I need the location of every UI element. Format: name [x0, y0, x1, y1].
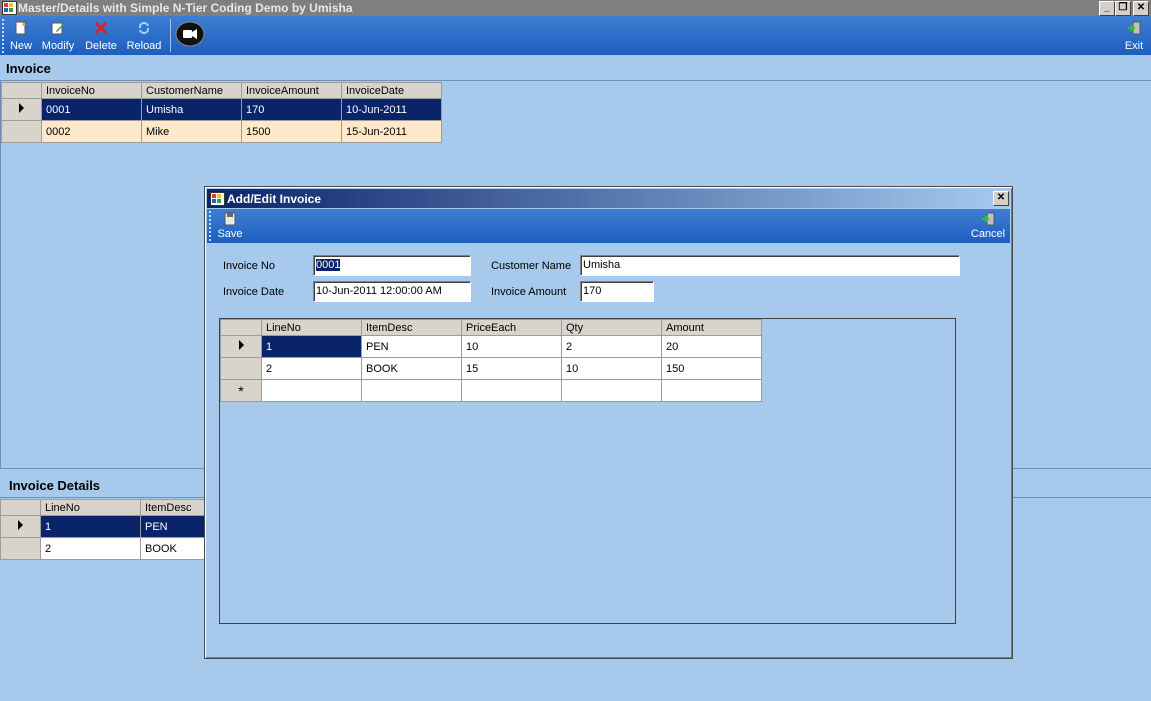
column-header-amount[interactable]: Amount [661, 319, 762, 336]
column-header-invoiceno[interactable]: InvoiceNo [41, 82, 142, 99]
table-cell[interactable]: 0002 [41, 120, 142, 143]
new-button[interactable]: New [6, 16, 36, 55]
row-header[interactable] [0, 515, 41, 538]
column-header-customername[interactable]: CustomerName [141, 82, 242, 99]
table-row[interactable]: 1 PEN 10 2 20 [220, 335, 762, 358]
table-cell[interactable] [361, 379, 462, 402]
table-cell[interactable]: 15 [461, 357, 562, 380]
column-header-itemdesc[interactable]: ItemDesc [361, 319, 462, 336]
row-header[interactable] [1, 98, 42, 121]
row-header[interactable] [220, 335, 262, 358]
table-cell[interactable] [461, 379, 562, 402]
table-row[interactable]: 2 BOOK 15 10 150 [220, 357, 762, 380]
save-button[interactable]: Save [215, 209, 245, 243]
dialog-title: Add/Edit Invoice [227, 192, 322, 206]
row-header[interactable] [220, 357, 262, 380]
modify-button[interactable]: Modify [38, 16, 78, 55]
exit-door-icon [1127, 21, 1141, 35]
toolbar-separator [170, 19, 171, 52]
dialog-close-button[interactable]: ✕ [993, 191, 1009, 206]
delete-x-icon [94, 21, 108, 35]
window-title-bar[interactable]: Master/Details with Simple N-Tier Coding… [0, 0, 1151, 16]
table-row[interactable]: 0001 Umisha 170 10-Jun-2011 [1, 98, 442, 121]
table-cell[interactable]: 150 [661, 357, 762, 380]
line-items-grid-panel: LineNo ItemDesc PriceEach Qty Amount 1 P… [219, 318, 956, 624]
table-cell[interactable]: 10-Jun-2011 [341, 98, 442, 121]
invoice-section-title: Invoice [6, 61, 51, 76]
dialog-title-bar[interactable]: Add/Edit Invoice ✕ [207, 189, 1010, 208]
grid-corner[interactable] [0, 499, 41, 516]
minimize-button[interactable]: _ [1099, 1, 1115, 16]
table-cell[interactable] [261, 379, 362, 402]
close-button[interactable]: ✕ [1133, 1, 1149, 16]
table-cell[interactable]: 170 [241, 98, 342, 121]
column-header-priceeach[interactable]: PriceEach [461, 319, 562, 336]
table-cell[interactable] [661, 379, 762, 402]
table-cell[interactable]: 2 [561, 335, 662, 358]
main-toolbar: New Modify Delete Reload Exit [0, 16, 1151, 55]
table-cell[interactable]: 2 [261, 357, 362, 380]
row-header[interactable] [1, 120, 42, 143]
cancel-button[interactable]: Cancel [969, 209, 1007, 243]
table-cell[interactable]: 15-Jun-2011 [341, 120, 442, 143]
delete-button[interactable]: Delete [81, 16, 121, 55]
table-cell[interactable] [561, 379, 662, 402]
reload-icon [137, 21, 151, 35]
edit-icon [51, 21, 65, 35]
column-header-invoicedate[interactable]: InvoiceDate [341, 82, 442, 99]
table-row[interactable]: 0002 Mike 1500 15-Jun-2011 [1, 120, 442, 143]
invoice-date-field[interactable]: 10-Jun-2011 12:00:00 AM [313, 281, 471, 302]
customer-name-label: Customer Name [491, 260, 572, 272]
table-cell[interactable]: BOOK [361, 357, 462, 380]
invoice-no-label: Invoice No [223, 260, 275, 272]
table-cell[interactable]: 2 [40, 537, 141, 560]
invoice-amount-field[interactable]: 170 [580, 281, 654, 302]
table-cell[interactable]: 0001 [41, 98, 142, 121]
column-header-lineno[interactable]: LineNo [261, 319, 362, 336]
invoice-no-field[interactable]: 0001 [313, 255, 471, 276]
invoice-amount-label: Invoice Amount [491, 286, 567, 298]
new-document-icon [14, 21, 28, 35]
video-button[interactable] [175, 21, 205, 49]
video-camera-icon [175, 21, 205, 47]
table-cell[interactable]: 1 [40, 515, 141, 538]
invoice-grid: InvoiceNo CustomerName InvoiceAmount Inv… [1, 82, 442, 143]
invoice-no-value: 0001 [316, 259, 341, 271]
table-cell[interactable]: Umisha [141, 98, 242, 121]
table-cell[interactable]: 20 [661, 335, 762, 358]
line-items-grid: LineNo ItemDesc PriceEach Qty Amount 1 P… [220, 319, 762, 402]
column-header-lineno[interactable]: LineNo [40, 499, 141, 516]
exit-button[interactable]: Exit [1120, 16, 1148, 55]
current-row-arrow-icon [19, 103, 24, 113]
exit-door-icon [981, 212, 995, 226]
invoice-details-section-title: Invoice Details [9, 478, 101, 493]
current-row-arrow-icon [18, 520, 23, 530]
reload-button[interactable]: Reload [124, 16, 164, 55]
dialog-toolbar: Save Cancel [207, 209, 1010, 243]
row-header[interactable] [0, 537, 41, 560]
add-edit-invoice-dialog: Add/Edit Invoice ✕ Save Cancel Invoice N… [204, 186, 1013, 659]
app-icon [2, 1, 17, 15]
invoice-date-label: Invoice Date [223, 286, 285, 298]
table-cell[interactable]: 10 [561, 357, 662, 380]
table-cell[interactable]: 1500 [241, 120, 342, 143]
table-cell[interactable]: PEN [361, 335, 462, 358]
column-header-invoiceamount[interactable]: InvoiceAmount [241, 82, 342, 99]
table-cell[interactable]: Mike [141, 120, 242, 143]
new-row-marker[interactable]: * [220, 379, 262, 402]
dialog-app-icon [210, 192, 225, 206]
table-cell[interactable]: 10 [461, 335, 562, 358]
toolbar-grip[interactable] [209, 211, 213, 241]
current-row-arrow-icon [238, 340, 244, 350]
customer-name-field[interactable]: Umisha [580, 255, 960, 276]
save-disk-icon [223, 212, 237, 226]
window-title: Master/Details with Simple N-Tier Coding… [18, 1, 353, 15]
grid-corner[interactable] [220, 319, 262, 336]
column-header-qty[interactable]: Qty [561, 319, 662, 336]
new-row[interactable]: * [220, 379, 762, 402]
grid-corner[interactable] [1, 82, 42, 99]
table-cell[interactable]: 1 [261, 335, 362, 358]
restore-button[interactable]: ❐ [1115, 1, 1131, 16]
